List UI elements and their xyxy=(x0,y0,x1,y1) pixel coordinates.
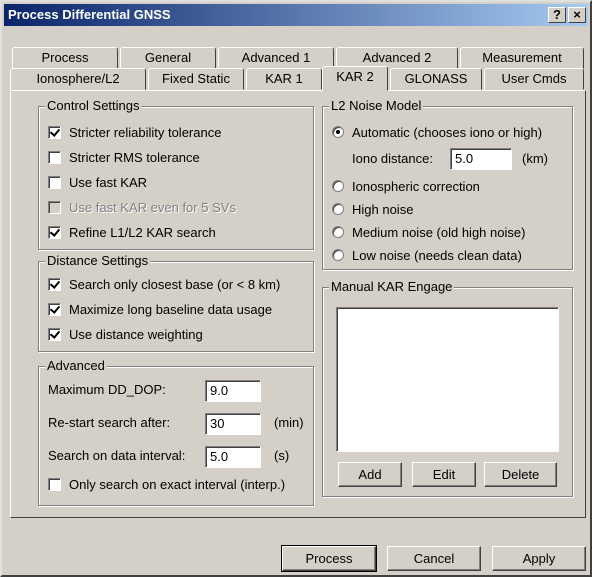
checkbox-label: Maximize long baseline data usage xyxy=(69,301,273,317)
stricter-reliability-checkbox[interactable]: Stricter reliability tolerance xyxy=(48,123,221,141)
maximize-long-baseline-checkbox[interactable]: Maximize long baseline data usage xyxy=(48,300,272,318)
checkbox-box[interactable] xyxy=(48,150,61,164)
l2-noise-model-group: L2 Noise Model Automatic (chooses iono o… xyxy=(322,98,573,270)
exact-interval-checkbox[interactable]: Only search on exact interval (interp.) xyxy=(48,475,285,493)
iono-distance-unit: (km) xyxy=(522,151,548,166)
radio-button[interactable] xyxy=(332,126,344,138)
checkbox-box[interactable] xyxy=(48,125,61,139)
search-interval-unit: (s) xyxy=(274,448,290,463)
radio-label: High noise xyxy=(352,201,414,217)
checkbox-label: Search only closest base (or < 8 km) xyxy=(69,276,281,292)
checkbox-box[interactable] xyxy=(48,225,61,239)
manual-kar-group: Manual KAR Engage Add Edit Delete xyxy=(322,279,573,497)
cancel-button[interactable]: Cancel xyxy=(387,546,481,571)
close-button[interactable]: × xyxy=(568,7,586,23)
noise-ionospheric-radio[interactable]: Ionospheric correction xyxy=(332,177,480,195)
help-button[interactable]: ? xyxy=(548,7,566,23)
noise-low-radio[interactable]: Low noise (needs clean data) xyxy=(332,246,522,264)
radio-button[interactable] xyxy=(332,180,344,192)
dialog-window: Process Differential GNSS ? × Process Ge… xyxy=(0,0,592,577)
checkbox-box[interactable] xyxy=(48,327,61,341)
tab-measurement[interactable]: Measurement xyxy=(460,47,584,69)
closest-base-checkbox[interactable]: Search only closest base (or < 8 km) xyxy=(48,275,280,293)
radio-button[interactable] xyxy=(332,203,344,215)
iono-distance-label: Iono distance: xyxy=(352,151,433,166)
restart-search-unit: (min) xyxy=(274,415,304,430)
radio-label: Low noise (needs clean data) xyxy=(352,247,522,263)
checkbox-box[interactable] xyxy=(48,175,61,189)
radio-button[interactable] xyxy=(332,226,344,238)
radio-label: Medium noise (old high noise) xyxy=(352,224,526,240)
tab-glonass[interactable]: GLONASS xyxy=(390,68,482,90)
tab-user-cmds[interactable]: User Cmds xyxy=(484,68,584,90)
checkbox-box xyxy=(48,200,61,214)
advanced-group: Advanced Maximum DD_DOP: 9.0 Re-start se… xyxy=(38,358,314,506)
tab-ionosphere-l2[interactable]: Ionosphere/L2 xyxy=(10,68,146,90)
noise-automatic-radio[interactable]: Automatic (chooses iono or high) xyxy=(332,123,542,141)
add-button[interactable]: Add xyxy=(338,462,402,487)
restart-search-input[interactable]: 30 xyxy=(205,413,261,435)
max-dd-dop-label: Maximum DD_DOP: xyxy=(48,382,166,397)
distance-weighting-checkbox[interactable]: Use distance weighting xyxy=(48,325,203,343)
distance-settings-group: Distance Settings Search only closest ba… xyxy=(38,253,314,352)
noise-high-radio[interactable]: High noise xyxy=(332,200,413,218)
tab-advanced-1[interactable]: Advanced 1 xyxy=(218,47,334,69)
checkbox-label: Only search on exact interval (interp.) xyxy=(69,476,286,492)
checkbox-label: Stricter RMS tolerance xyxy=(69,149,200,165)
checkbox-box[interactable] xyxy=(48,477,61,491)
checkbox-label: Use fast KAR even for 5 SVs xyxy=(69,199,236,215)
edit-button[interactable]: Edit xyxy=(412,462,476,487)
manual-kar-title: Manual KAR Engage xyxy=(329,279,455,295)
tab-panel-kar2: Control Settings Stricter reliability to… xyxy=(10,90,586,518)
noise-medium-radio[interactable]: Medium noise (old high noise) xyxy=(332,223,525,241)
search-interval-label: Search on data interval: xyxy=(48,448,186,463)
title-bar[interactable]: Process Differential GNSS ? × xyxy=(4,4,588,26)
delete-button[interactable]: Delete xyxy=(484,462,557,487)
radio-button[interactable] xyxy=(332,249,344,261)
tab-general[interactable]: General xyxy=(120,47,216,69)
apply-button[interactable]: Apply xyxy=(492,546,586,571)
manual-kar-list[interactable] xyxy=(336,307,559,452)
checkbox-box[interactable] xyxy=(48,277,61,291)
distance-settings-title: Distance Settings xyxy=(45,253,151,269)
window-title: Process Differential GNSS xyxy=(8,7,171,22)
stricter-rms-checkbox[interactable]: Stricter RMS tolerance xyxy=(48,148,200,166)
search-interval-input[interactable]: 5.0 xyxy=(205,446,261,468)
control-settings-title: Control Settings xyxy=(45,98,142,114)
process-button[interactable]: Process xyxy=(281,545,377,572)
tab-process[interactable]: Process xyxy=(12,47,118,69)
l2-noise-title: L2 Noise Model xyxy=(329,98,424,114)
checkbox-label: Use fast KAR xyxy=(69,174,148,190)
radio-label: Automatic (chooses iono or high) xyxy=(352,124,543,140)
max-dd-dop-input[interactable]: 9.0 xyxy=(205,380,261,402)
fast-kar-5svs-checkbox: Use fast KAR even for 5 SVs xyxy=(48,198,236,216)
checkbox-label: Stricter reliability tolerance xyxy=(69,124,222,140)
radio-label: Ionospheric correction xyxy=(352,178,480,194)
checkbox-label: Refine L1/L2 KAR search xyxy=(69,224,216,240)
tab-kar-1[interactable]: KAR 1 xyxy=(246,68,322,90)
tab-kar-2[interactable]: KAR 2 xyxy=(322,66,388,91)
use-fast-kar-checkbox[interactable]: Use fast KAR xyxy=(48,173,147,191)
advanced-title: Advanced xyxy=(45,358,107,374)
control-settings-group: Control Settings Stricter reliability to… xyxy=(38,98,314,250)
tab-fixed-static[interactable]: Fixed Static xyxy=(148,68,244,90)
checkbox-label: Use distance weighting xyxy=(69,326,203,342)
restart-search-label: Re-start search after: xyxy=(48,415,171,430)
iono-distance-input[interactable]: 5.0 xyxy=(450,148,512,170)
refine-kar-search-checkbox[interactable]: Refine L1/L2 KAR search xyxy=(48,223,216,241)
checkbox-box[interactable] xyxy=(48,302,61,316)
